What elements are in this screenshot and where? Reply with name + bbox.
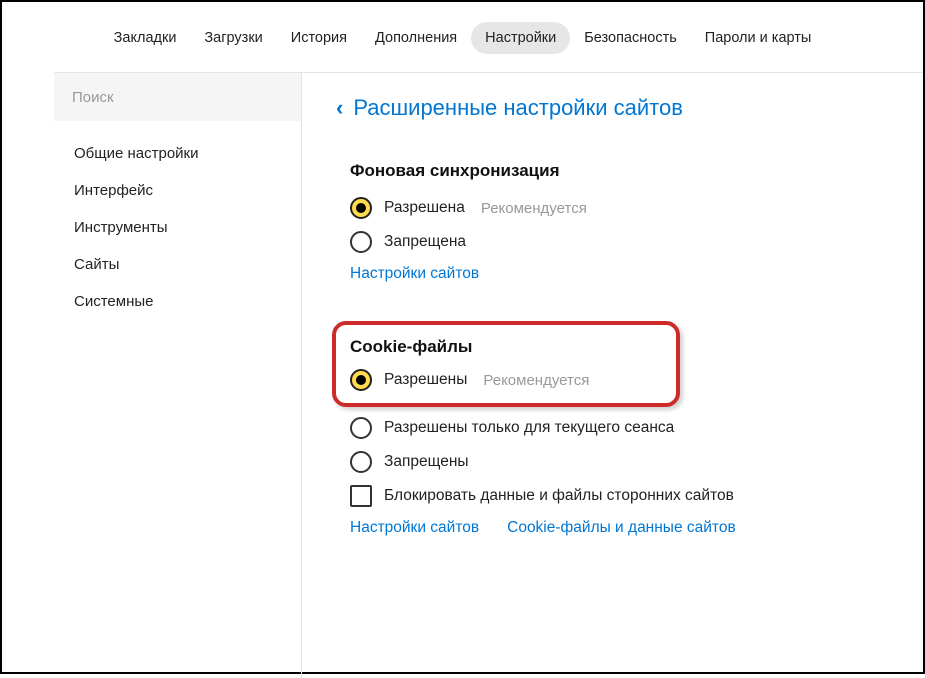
radio-icon[interactable] <box>350 451 372 473</box>
sidebar-item-interface[interactable]: Интерфейс <box>54 172 301 209</box>
nav-history[interactable]: История <box>277 22 361 54</box>
chevron-left-icon: ‹ <box>336 95 343 121</box>
radio-icon[interactable] <box>350 231 372 253</box>
cookies-site-settings-link[interactable]: Настройки сайтов <box>350 519 479 537</box>
recommended-label: Рекомендуется <box>483 372 589 389</box>
cookies-option-allowed[interactable]: Разрешены Рекомендуется <box>350 369 676 391</box>
nav-downloads[interactable]: Загрузки <box>190 22 276 54</box>
sidebar-item-general[interactable]: Общие настройки <box>54 135 301 172</box>
radio-icon[interactable] <box>350 369 372 391</box>
cookies-highlight: Cookie-файлы Разрешены Рекомендуется <box>332 321 680 407</box>
cookies-block-third-party[interactable]: Блокировать данные и файлы сторонних сай… <box>350 485 923 507</box>
sidebar-item-tools[interactable]: Инструменты <box>54 209 301 246</box>
checkbox-icon[interactable] <box>350 485 372 507</box>
option-label: Запрещена <box>384 233 466 251</box>
option-label: Запрещены <box>384 453 469 471</box>
option-label: Разрешена <box>384 199 465 217</box>
breadcrumb-back[interactable]: ‹ Расширенные настройки сайтов <box>336 95 923 121</box>
bg-sync-title: Фоновая синхронизация <box>350 161 923 181</box>
bg-sync-option-allowed[interactable]: Разрешена Рекомендуется <box>350 197 923 219</box>
nav-passwords[interactable]: Пароли и карты <box>691 22 826 54</box>
search-input[interactable] <box>72 89 283 106</box>
nav-settings[interactable]: Настройки <box>471 22 570 54</box>
sidebar-item-system[interactable]: Системные <box>54 283 301 320</box>
option-label: Разрешены <box>384 371 467 389</box>
breadcrumb-title: Расширенные настройки сайтов <box>353 95 683 121</box>
cookies-title: Cookie-файлы <box>350 337 676 357</box>
bg-sync-site-settings-link[interactable]: Настройки сайтов <box>350 265 479 283</box>
section-bg-sync: Фоновая синхронизация Разрешена Рекоменд… <box>350 161 923 283</box>
nav-bookmarks[interactable]: Закладки <box>100 22 191 54</box>
cookies-option-blocked[interactable]: Запрещены <box>350 451 923 473</box>
nav-addons[interactable]: Дополнения <box>361 22 471 54</box>
cookies-option-session[interactable]: Разрешены только для текущего сеанса <box>350 417 923 439</box>
sidebar-item-sites[interactable]: Сайты <box>54 246 301 283</box>
bg-sync-option-blocked[interactable]: Запрещена <box>350 231 923 253</box>
main-panel: ‹ Расширенные настройки сайтов Фоновая с… <box>302 72 923 678</box>
cookies-data-link[interactable]: Cookie-файлы и данные сайтов <box>507 519 736 537</box>
radio-icon[interactable] <box>350 197 372 219</box>
radio-icon[interactable] <box>350 417 372 439</box>
top-nav: Закладки Загрузки История Дополнения Нас… <box>2 2 923 72</box>
nav-security[interactable]: Безопасность <box>570 22 691 54</box>
sidebar: Общие настройки Интерфейс Инструменты Са… <box>54 72 302 678</box>
recommended-label: Рекомендуется <box>481 200 587 217</box>
checkbox-label: Блокировать данные и файлы сторонних сай… <box>384 487 734 505</box>
section-cookies: Cookie-файлы Разрешены Рекомендуется Раз… <box>350 321 923 537</box>
option-label: Разрешены только для текущего сеанса <box>384 419 674 437</box>
sidebar-search[interactable] <box>54 73 301 121</box>
